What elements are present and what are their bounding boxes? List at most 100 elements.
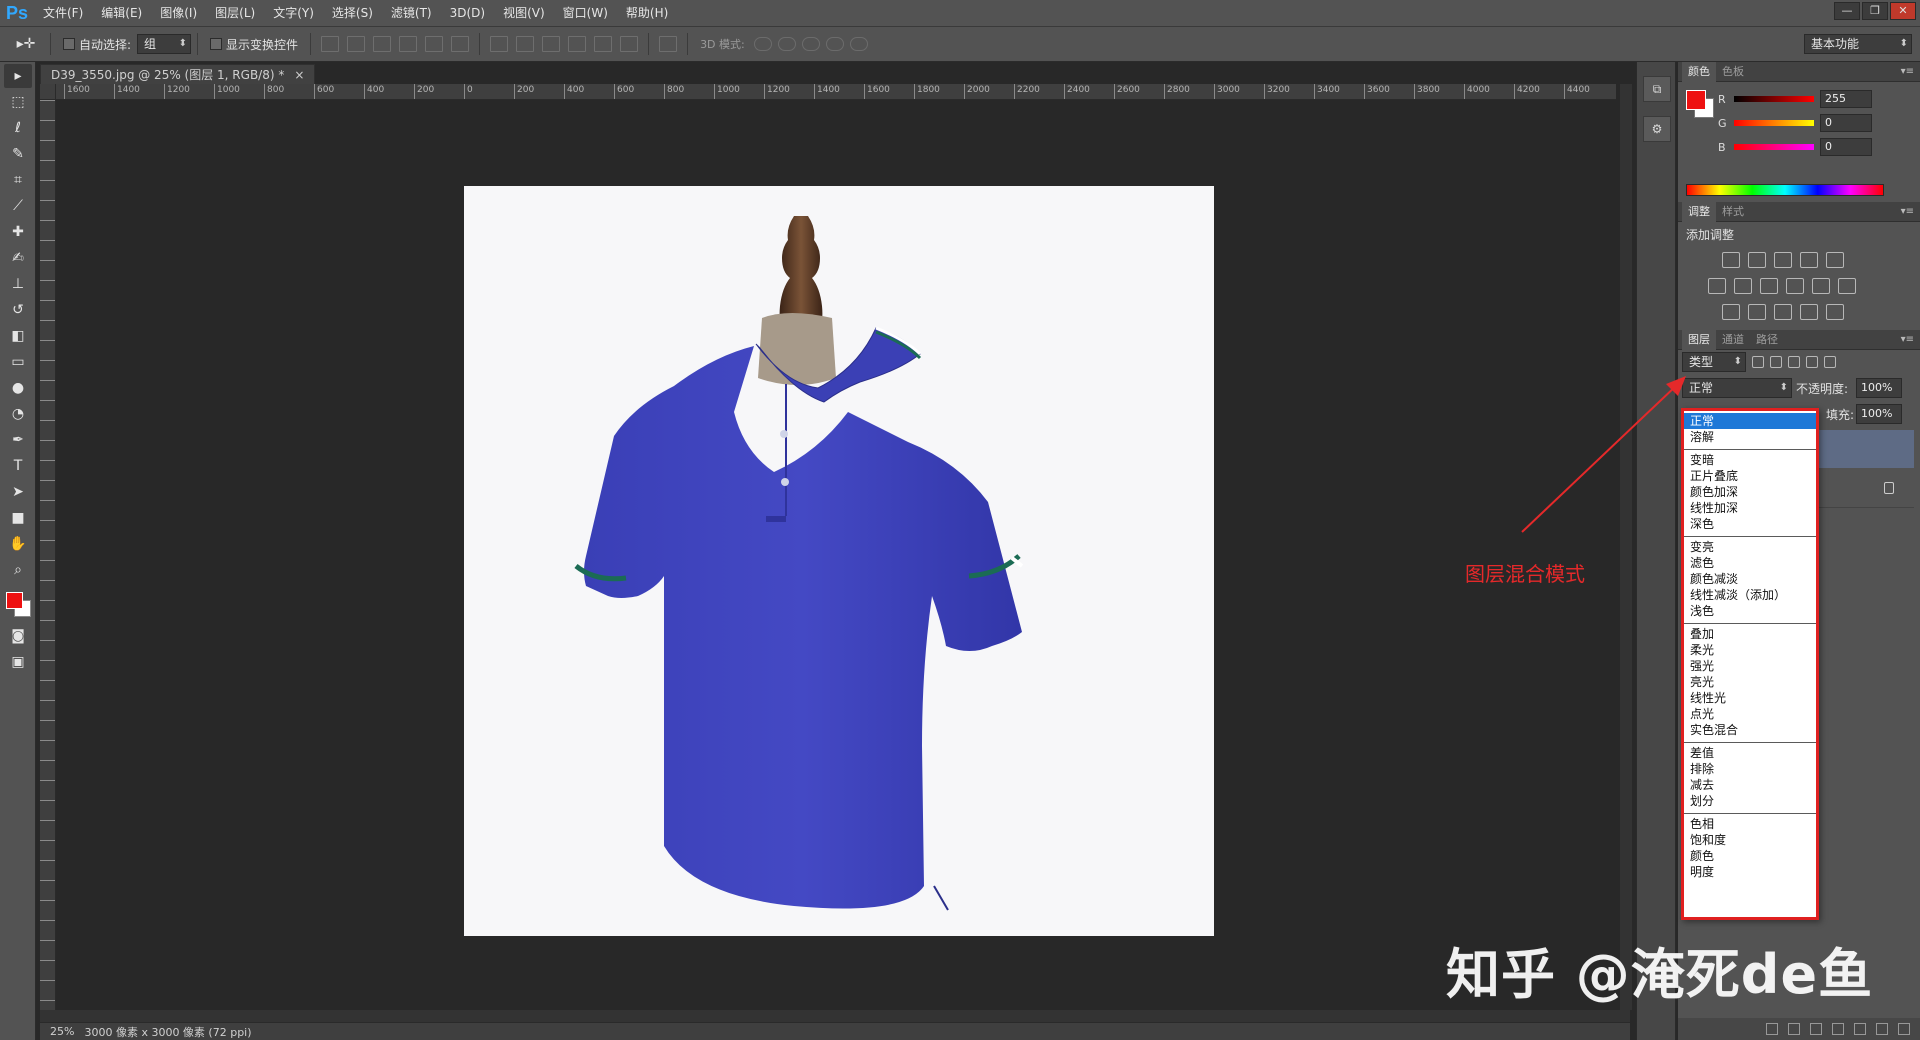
menu-file[interactable]: 文件(F): [34, 0, 92, 26]
document-tab[interactable]: D39_3550.jpg @ 25% (图层 1, RGB/8) * ×: [40, 64, 316, 84]
exposure-icon[interactable]: [1800, 252, 1818, 268]
menu-layer[interactable]: 图层(L): [206, 0, 264, 26]
menu-edit[interactable]: 编辑(E): [92, 0, 151, 26]
screen-mode-icon[interactable]: ▣: [4, 650, 32, 674]
distribute-right-icon[interactable]: [620, 36, 639, 52]
blend-option-linear-dodge[interactable]: 线性减淡（添加）: [1684, 587, 1816, 603]
hue-saturation-icon[interactable]: [1708, 278, 1726, 294]
show-transform-checkbox[interactable]: 显示变换控件: [210, 36, 298, 53]
move-tool-preset-icon[interactable]: ▸✛: [12, 32, 40, 56]
brightness-icon[interactable]: [1722, 252, 1740, 268]
blend-option-hard-light[interactable]: 强光: [1684, 658, 1816, 674]
history-brush-tool-icon[interactable]: ↺: [4, 298, 32, 322]
layer-filter-dropdown[interactable]: 类型: [1682, 352, 1746, 372]
restore-button[interactable]: ❐: [1862, 2, 1888, 20]
color-balance-icon[interactable]: [1734, 278, 1752, 294]
blend-option-vivid-light[interactable]: 亮光: [1684, 674, 1816, 690]
clone-stamp-tool-icon[interactable]: ⊥: [4, 272, 32, 296]
green-slider[interactable]: [1734, 120, 1814, 126]
delete-layer-icon[interactable]: [1898, 1023, 1910, 1035]
tab-color[interactable]: 颜色: [1682, 61, 1716, 82]
auto-align-icon[interactable]: [659, 36, 678, 52]
new-adjustment-icon[interactable]: [1832, 1023, 1844, 1035]
blend-option-linear-light[interactable]: 线性光: [1684, 690, 1816, 706]
filter-shape-icon[interactable]: [1806, 356, 1818, 368]
drag-3d-icon[interactable]: [801, 37, 820, 51]
blend-option-hard-mix[interactable]: 实色混合: [1684, 722, 1816, 738]
blend-option-divide[interactable]: 划分: [1684, 793, 1816, 809]
align-vcenter-icon[interactable]: [347, 36, 366, 52]
tab-paths[interactable]: 路径: [1750, 330, 1784, 350]
tab-swatches[interactable]: 色板: [1716, 62, 1750, 82]
tab-channels[interactable]: 通道: [1716, 330, 1750, 350]
auto-select-checkbox[interactable]: 自动选择:: [63, 36, 131, 53]
gradient-tool-icon[interactable]: ▭: [4, 350, 32, 374]
photo-filter-icon[interactable]: [1786, 278, 1804, 294]
menu-view[interactable]: 视图(V): [494, 0, 554, 26]
add-mask-icon[interactable]: [1810, 1023, 1822, 1035]
scale-3d-icon[interactable]: [849, 37, 868, 51]
panel-menu-icon[interactable]: ▾≡: [1901, 334, 1914, 345]
blend-option-linear-burn[interactable]: 线性加深: [1684, 500, 1816, 516]
foreground-color-swatch[interactable]: [6, 592, 23, 609]
align-right-icon[interactable]: [451, 36, 470, 52]
menu-image[interactable]: 图像(I): [151, 0, 206, 26]
filter-adjustment-icon[interactable]: [1770, 356, 1782, 368]
menu-window[interactable]: 窗口(W): [554, 0, 617, 26]
red-value[interactable]: 255: [1820, 90, 1872, 108]
blend-option-overlay[interactable]: 叠加: [1684, 626, 1816, 642]
pen-tool-icon[interactable]: ✒: [4, 428, 32, 452]
marquee-tool-icon[interactable]: ⬚: [4, 90, 32, 114]
menu-filter[interactable]: 滤镜(T): [382, 0, 441, 26]
distribute-bottom-icon[interactable]: [542, 36, 561, 52]
green-value[interactable]: 0: [1820, 114, 1872, 132]
blend-option-screen[interactable]: 滤色: [1684, 555, 1816, 571]
gradient-map-icon[interactable]: [1826, 304, 1844, 320]
red-slider[interactable]: [1734, 96, 1814, 102]
document-size-info[interactable]: 3000 像素 x 3000 像素 (72 ppi): [84, 1024, 251, 1040]
path-select-tool-icon[interactable]: ➤: [4, 480, 32, 504]
crop-tool-icon[interactable]: ⌗: [4, 168, 32, 192]
hand-tool-icon[interactable]: ✋: [4, 532, 32, 556]
color-lookup-icon[interactable]: [1838, 278, 1856, 294]
new-layer-icon[interactable]: [1876, 1023, 1888, 1035]
blend-option-darker-color[interactable]: 深色: [1684, 516, 1816, 532]
panel-menu-icon[interactable]: ▾≡: [1901, 206, 1914, 217]
blend-option-subtract[interactable]: 减去: [1684, 777, 1816, 793]
blend-option-pin-light[interactable]: 点光: [1684, 706, 1816, 722]
blue-slider[interactable]: [1734, 144, 1814, 150]
minimize-button[interactable]: —: [1834, 2, 1860, 20]
dodge-tool-icon[interactable]: ◔: [4, 402, 32, 426]
quick-select-tool-icon[interactable]: ✎: [4, 142, 32, 166]
filter-type-icon[interactable]: [1788, 356, 1800, 368]
roll-3d-icon[interactable]: [777, 37, 796, 51]
blend-option-hue[interactable]: 色相: [1684, 816, 1816, 832]
fill-input[interactable]: 100%: [1856, 404, 1902, 424]
menu-select[interactable]: 选择(S): [323, 0, 382, 26]
blend-option-multiply[interactable]: 正片叠底: [1684, 468, 1816, 484]
blend-option-color-burn[interactable]: 颜色加深: [1684, 484, 1816, 500]
filter-smart-icon[interactable]: [1824, 356, 1836, 368]
blend-option-color-dodge[interactable]: 颜色减淡: [1684, 571, 1816, 587]
distribute-left-icon[interactable]: [568, 36, 587, 52]
vibrance-icon[interactable]: [1826, 252, 1844, 268]
color-swatches[interactable]: [0, 586, 36, 622]
threshold-icon[interactable]: [1774, 304, 1792, 320]
auto-select-dropdown[interactable]: 组: [137, 34, 192, 54]
eyedropper-tool-icon[interactable]: ⟋: [4, 194, 32, 218]
tab-layers[interactable]: 图层: [1682, 329, 1716, 350]
blend-option-saturation[interactable]: 饱和度: [1684, 832, 1816, 848]
tab-adjustments[interactable]: 调整: [1682, 201, 1716, 222]
filter-pixel-icon[interactable]: [1752, 356, 1764, 368]
rotate-3d-icon[interactable]: [753, 37, 772, 51]
opacity-input[interactable]: 100%: [1856, 378, 1902, 398]
distribute-top-icon[interactable]: [490, 36, 509, 52]
blend-option-color[interactable]: 颜色: [1684, 848, 1816, 864]
foreground-color-chip[interactable]: [1686, 90, 1706, 110]
new-group-icon[interactable]: [1854, 1023, 1866, 1035]
properties-panel-icon[interactable]: ⚙: [1643, 116, 1671, 142]
move-tool-icon[interactable]: ▸: [4, 64, 32, 88]
align-left-icon[interactable]: [399, 36, 418, 52]
type-tool-icon[interactable]: T: [4, 454, 32, 478]
align-bottom-icon[interactable]: [373, 36, 392, 52]
